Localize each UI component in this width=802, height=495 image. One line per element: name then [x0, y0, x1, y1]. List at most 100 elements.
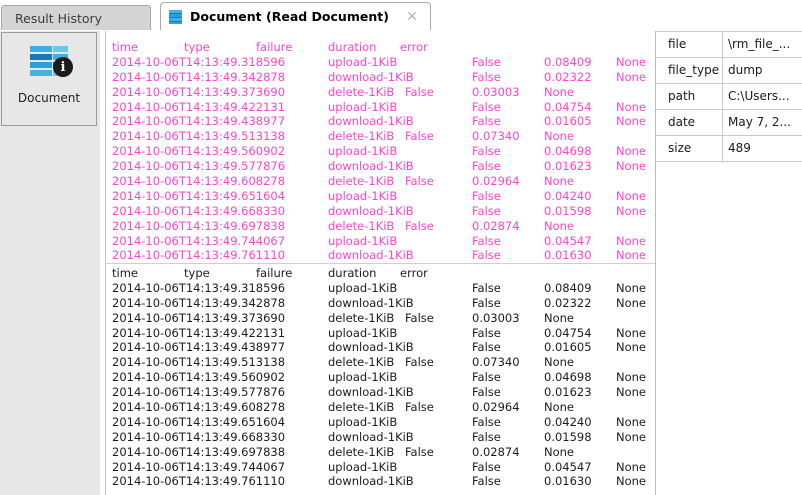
log-output-highlighted: timetypefailuredurationerror2014-10-06T1… — [106, 31, 655, 263]
log-cell: False — [405, 311, 434, 326]
log-cell: None — [616, 460, 646, 475]
log-cell: download-1KiB — [328, 474, 414, 489]
log-cell: None — [616, 144, 646, 159]
log-cell: False — [472, 144, 501, 159]
document-stack-icon — [169, 10, 182, 24]
log-line: 2014-10-06T14:13:49.608278 delete-1KiB Fal… — [106, 400, 655, 415]
log-cell: upload-1KiB — [328, 189, 397, 204]
log-line: 2014-10-06T14:13:49.577876download-1KiBF… — [106, 385, 655, 400]
log-cell: 2014-10-06T14:13:49.438977 — [112, 114, 285, 129]
log-cell: False — [472, 460, 501, 475]
log-cell: None — [616, 100, 646, 115]
log-cell: time — [112, 266, 138, 281]
log-line: 2014-10-06T14:13:49.560902 upload-1KiB Fal… — [106, 144, 655, 159]
log-cell: None — [616, 340, 646, 355]
log-cell: None — [616, 281, 646, 296]
log-line: 2014-10-06T14:13:49.318596upload-1KiBFal… — [106, 55, 655, 70]
sidebar-item-document[interactable]: i Document — [1, 32, 97, 126]
log-cell: 2014-10-06T14:13:49.560902 — [112, 144, 285, 159]
sidebar: i Document — [0, 31, 100, 495]
properties-table: file\rm_file_...file_typedumppathC:\User… — [656, 31, 802, 163]
log-cell: 2014-10-06T14:13:49.651604 — [112, 189, 285, 204]
log-cell: 0.04698 — [544, 144, 592, 159]
log-cell: 0.02964 — [472, 174, 520, 189]
log-cell: upload-1KiB — [328, 234, 397, 249]
property-key: file — [668, 37, 686, 51]
property-value: dump — [728, 63, 763, 77]
log-cell: upload-1KiB — [328, 144, 397, 159]
log-cell: time — [112, 40, 138, 55]
log-cell: duration — [328, 266, 376, 281]
log-cell: error — [400, 266, 428, 281]
log-cell: upload-1KiB — [328, 281, 397, 296]
log-cell: 2014-10-06T14:13:49.342878 — [112, 296, 285, 311]
log-cell: False — [405, 129, 434, 144]
log-cell: None — [616, 55, 646, 70]
log-cell: 2014-10-06T14:13:49.608278 — [112, 174, 285, 189]
log-line: 2014-10-06T14:13:49.761110download-1KiBF… — [106, 248, 655, 263]
log-line: 2014-10-06T14:13:49.651604upload-1KiBFal… — [106, 189, 655, 204]
log-cell: False — [405, 400, 434, 415]
tab-result-history[interactable]: Result History — [1, 5, 151, 30]
log-cell: 0.08409 — [544, 55, 592, 70]
log-line: 2014-10-06T14:13:49.668330download-1KiBF… — [106, 430, 655, 445]
log-cell: False — [472, 296, 501, 311]
log-cell: 0.04698 — [544, 370, 592, 385]
log-line: 2014-10-06T14:13:49.438977download-1KiBF… — [106, 340, 655, 355]
log-cell: False — [472, 159, 501, 174]
properties-rows: file\rm_file_...file_typedumppathC:\User… — [656, 32, 802, 162]
log-cell: 0.04754 — [544, 100, 592, 115]
log-cell: None — [544, 445, 574, 460]
log-cell: False — [472, 70, 501, 85]
log-cell: 0.01630 — [544, 474, 592, 489]
log-cell: False — [472, 55, 501, 70]
log-cell: None — [544, 219, 574, 234]
property-value: C:\Users... — [728, 89, 790, 103]
log-cell: 2014-10-06T14:13:49.422131 — [112, 100, 285, 115]
log-cell: delete-1KiB — [328, 219, 394, 234]
log-cell: None — [544, 311, 574, 326]
property-row: pathC:\Users... — [656, 84, 802, 110]
log-cell: 2014-10-06T14:13:49.373690 — [112, 311, 285, 326]
log-cell: False — [472, 234, 501, 249]
log-cell: False — [472, 326, 501, 341]
tab-document[interactable]: Document (Read Document) ✕ — [160, 2, 431, 30]
log-cell: 0.01598 — [544, 430, 592, 445]
log-line: 2014-10-06T14:13:49.651604upload-1KiBFal… — [106, 415, 655, 430]
log-cell: upload-1KiB — [328, 326, 397, 341]
log-cell: 0.02874 — [472, 219, 520, 234]
log-cell: 2014-10-06T14:13:49.342878 — [112, 70, 285, 85]
log-cell: None — [616, 234, 646, 249]
property-value: 489 — [728, 141, 751, 155]
log-cell: False — [472, 370, 501, 385]
log-line: 2014-10-06T14:13:49.668330download-1KiBF… — [106, 204, 655, 219]
log-cell: 0.07340 — [472, 355, 520, 370]
log-cell: 2014-10-06T14:13:49.668330 — [112, 204, 285, 219]
log-cell: False — [472, 430, 501, 445]
log-cell: None — [616, 70, 646, 85]
log-line: 2014-10-06T14:13:49.318596upload-1KiBFal… — [106, 281, 655, 296]
log-cell: 0.03003 — [472, 311, 520, 326]
tab-bar: Result History Document (Read Document) … — [0, 0, 802, 30]
log-cell: None — [616, 415, 646, 430]
log-cell: False — [472, 385, 501, 400]
log-cell: upload-1KiB — [328, 370, 397, 385]
log-cell: download-1KiB — [328, 430, 414, 445]
log-cell: 2014-10-06T14:13:49.438977 — [112, 340, 285, 355]
log-cell: failure — [256, 266, 292, 281]
log-cell: delete-1KiB — [328, 445, 394, 460]
log-cell: type — [184, 40, 210, 55]
tab-label: Result History — [15, 11, 102, 26]
log-cell: None — [616, 326, 646, 341]
log-cell: 2014-10-06T14:13:49.608278 — [112, 400, 285, 415]
log-cell: delete-1KiB — [328, 400, 394, 415]
log-line: 2014-10-06T14:13:49.513138delete-1KiBFal… — [106, 129, 655, 144]
log-cell: type — [184, 266, 210, 281]
log-cell: None — [616, 296, 646, 311]
close-icon[interactable]: ✕ — [406, 10, 418, 24]
log-cell: download-1KiB — [328, 248, 414, 263]
log-cell: upload-1KiB — [328, 55, 397, 70]
log-cell: 0.07340 — [472, 129, 520, 144]
log-cell: download-1KiB — [328, 385, 414, 400]
log-cell: 2014-10-06T14:13:49.373690 — [112, 85, 285, 100]
